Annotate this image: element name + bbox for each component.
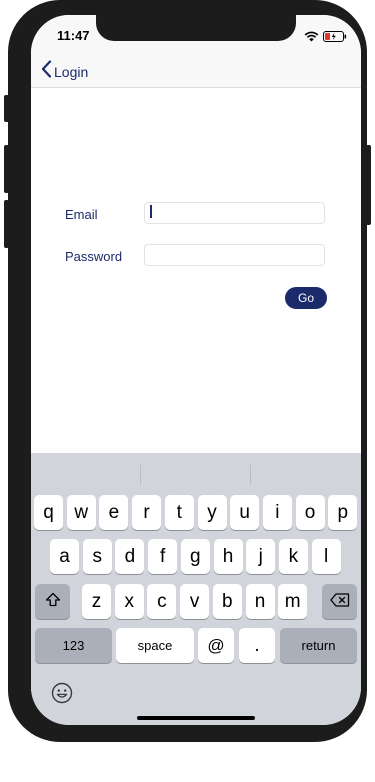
key-m[interactable]: m bbox=[278, 584, 308, 619]
device-frame: 11:47 Login Email Password Go q w e r t … bbox=[8, 0, 367, 742]
email-field[interactable] bbox=[144, 202, 325, 224]
key-k[interactable]: k bbox=[278, 539, 308, 574]
text-caret bbox=[150, 205, 152, 218]
key-f[interactable]: f bbox=[148, 539, 178, 574]
chevron-left-icon bbox=[41, 60, 52, 83]
keyboard: qwertyuiop asdfghjkl zxcvbnm 123 space @… bbox=[31, 453, 361, 725]
shift-icon bbox=[45, 591, 61, 613]
wifi-icon bbox=[304, 29, 319, 47]
key-x[interactable]: x bbox=[114, 584, 144, 619]
emoji-icon[interactable] bbox=[51, 682, 73, 709]
back-label: Login bbox=[54, 63, 89, 80]
key-c[interactable]: c bbox=[147, 584, 177, 619]
prediction-divider bbox=[250, 465, 251, 485]
backspace-icon bbox=[329, 591, 350, 613]
at-key[interactable]: @ bbox=[198, 628, 234, 663]
key-p[interactable]: p bbox=[328, 495, 358, 530]
notch bbox=[96, 15, 296, 41]
password-label: Password bbox=[65, 249, 123, 264]
key-j[interactable]: j bbox=[246, 539, 276, 574]
key-u[interactable]: u bbox=[230, 495, 260, 530]
dot-key[interactable]: . bbox=[239, 628, 275, 663]
email-label: Email bbox=[65, 207, 98, 222]
key-l[interactable]: l bbox=[311, 539, 341, 574]
home-indicator bbox=[137, 716, 255, 720]
prediction-divider bbox=[140, 465, 141, 485]
key-v[interactable]: v bbox=[180, 584, 210, 619]
key-o[interactable]: o bbox=[295, 495, 325, 530]
key-a[interactable]: a bbox=[50, 539, 79, 574]
key-e[interactable]: e bbox=[99, 495, 129, 530]
key-d[interactable]: d bbox=[115, 539, 145, 574]
key-z[interactable]: z bbox=[82, 584, 111, 619]
space-key[interactable]: space bbox=[116, 628, 194, 663]
backspace-key[interactable] bbox=[322, 584, 357, 619]
password-field[interactable] bbox=[144, 244, 325, 266]
key-g[interactable]: g bbox=[180, 539, 210, 574]
navigation-bar: Login bbox=[31, 55, 361, 88]
return-key[interactable]: return bbox=[280, 628, 357, 663]
key-r[interactable]: r bbox=[132, 495, 162, 530]
key-y[interactable]: y bbox=[197, 495, 227, 530]
key-s[interactable]: s bbox=[82, 539, 112, 574]
key-i[interactable]: i bbox=[262, 495, 292, 530]
back-button[interactable]: Login bbox=[41, 60, 88, 83]
key-b[interactable]: b bbox=[212, 584, 242, 619]
key-q[interactable]: q bbox=[34, 495, 63, 530]
status-time: 11:47 bbox=[57, 28, 90, 43]
screen: 11:47 Login Email Password Go q w e r t … bbox=[31, 15, 361, 725]
go-button[interactable]: Go bbox=[285, 287, 327, 309]
numbers-key[interactable]: 123 bbox=[35, 628, 112, 663]
key-w[interactable]: w bbox=[66, 495, 96, 530]
key-h[interactable]: h bbox=[213, 539, 243, 574]
shift-key[interactable] bbox=[35, 584, 70, 619]
key-t[interactable]: t bbox=[164, 495, 194, 530]
key-n[interactable]: n bbox=[245, 584, 275, 619]
battery-charging-icon bbox=[323, 29, 347, 47]
status-icons bbox=[304, 29, 347, 47]
